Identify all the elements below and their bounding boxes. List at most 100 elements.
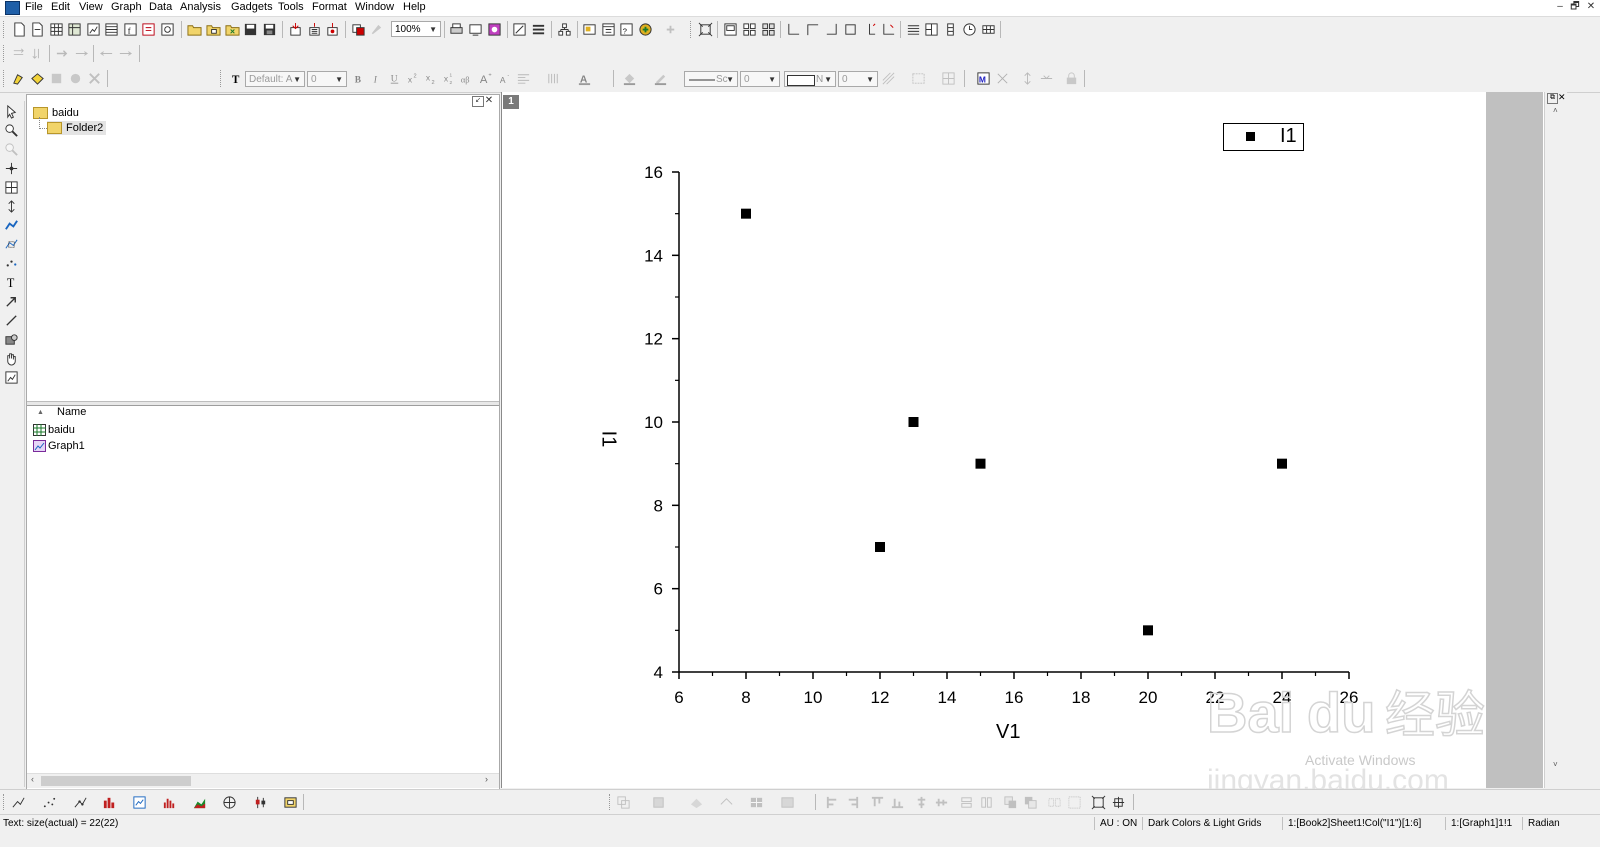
image-layout-icon[interactable] (779, 794, 796, 811)
open-excel-icon[interactable] (224, 21, 241, 38)
axes-box-icon[interactable] (842, 21, 859, 38)
collapse-icon[interactable] (1038, 70, 1055, 87)
add-app-icon[interactable] (662, 21, 679, 38)
fill-pattern-combo[interactable]: N ▼ (784, 71, 836, 87)
vertical-scrollbar[interactable]: ⧉ ✕ ˄ ˅ (1544, 92, 1567, 788)
app-icon[interactable] (5, 1, 20, 15)
fit-layer-icon[interactable] (1110, 794, 1127, 811)
template-library-icon[interactable] (282, 794, 299, 811)
scatter-plot-icon[interactable] (41, 794, 58, 811)
export-image-icon[interactable] (486, 21, 503, 38)
fill-value-combo[interactable]: 0 ▼ (838, 71, 878, 87)
layer-contents-icon[interactable] (905, 21, 922, 38)
set-column-x-icon[interactable] (54, 45, 71, 62)
font-combo[interactable]: Default: A ▼ (245, 71, 305, 87)
scroll-up-icon[interactable]: ˄ (1553, 106, 1558, 115)
merge-graphs-icon[interactable] (741, 21, 758, 38)
toolbar-grip[interactable] (609, 794, 613, 810)
close-graph-icon[interactable]: ✕ (1558, 92, 1566, 103)
data-reader-icon[interactable] (3, 179, 20, 196)
axes-bottom-left-icon[interactable] (785, 21, 802, 38)
polar-plot-icon[interactable] (221, 794, 238, 811)
ungroup-icon[interactable] (718, 794, 735, 811)
status-cell-ref[interactable]: 1:[Book2]Sheet1!Col("I1")[1:6] (1288, 815, 1421, 832)
scroll-right-icon[interactable]: › (485, 774, 488, 784)
fit-page-icon[interactable] (1090, 794, 1107, 811)
menu-analysis[interactable]: Analysis (180, 1, 221, 14)
open-template-icon[interactable] (205, 21, 222, 38)
highlight-pen-icon[interactable] (10, 70, 27, 87)
open-icon[interactable] (186, 21, 203, 38)
restore-graph-icon[interactable]: ⧉ (1547, 93, 1558, 104)
close-button[interactable]: ✕ (1583, 0, 1599, 14)
menu-graph[interactable]: Graph (111, 1, 142, 14)
menu-view[interactable]: View (79, 1, 103, 14)
font-icon[interactable]: T (228, 70, 245, 87)
new-layout-icon[interactable] (159, 21, 176, 38)
status-angle-unit[interactable]: Radian (1528, 815, 1560, 832)
messages-log-icon[interactable] (581, 21, 598, 38)
zoom-in-icon[interactable] (3, 122, 20, 139)
decrease-font-icon[interactable]: A- (496, 70, 513, 87)
close-explorer-icon[interactable]: ✕ (484, 96, 494, 106)
project-explorer-icon[interactable] (556, 21, 573, 38)
toolbar-grip[interactable] (3, 45, 7, 62)
border-icon[interactable] (910, 70, 927, 87)
menu-edit[interactable]: Edit (51, 1, 70, 14)
menu-tools[interactable]: Tools (278, 1, 304, 14)
layer-order-icon[interactable] (650, 794, 667, 811)
stock-plot-icon[interactable] (252, 794, 269, 811)
toolbar-grip[interactable] (3, 70, 7, 87)
x-axis-title[interactable]: V1 (996, 720, 1020, 744)
line-style-combo[interactable]: Sc ▼ (684, 71, 738, 87)
move-right-icon[interactable] (117, 45, 134, 62)
data-selector-icon[interactable] (3, 217, 20, 234)
increase-font-icon[interactable]: A + (477, 70, 494, 87)
fill-color-icon[interactable] (621, 70, 638, 87)
column-plot-icon[interactable] (101, 794, 118, 811)
app-center-icon[interactable] (637, 21, 654, 38)
hand-tool-icon[interactable] (3, 350, 20, 367)
font-size-combo[interactable]: 0 ▼ (307, 71, 347, 87)
status-graph-ref[interactable]: 1:[Graph1]1!1 (1451, 815, 1512, 832)
save-project-icon[interactable] (242, 21, 259, 38)
save-template-icon[interactable] (261, 21, 278, 38)
toolbar-grip[interactable] (690, 21, 694, 38)
shape-tool-icon[interactable] (3, 331, 20, 348)
underline-icon[interactable]: U (386, 70, 403, 87)
set-column-y-icon[interactable] (73, 45, 90, 62)
plot-setup-icon[interactable] (923, 21, 940, 38)
export-graph-icon[interactable] (467, 21, 484, 38)
annotation-icon[interactable] (3, 198, 20, 215)
rescale-icon[interactable] (697, 21, 714, 38)
draw-data-icon[interactable] (3, 255, 20, 272)
mask-points-icon[interactable]: M (975, 70, 992, 87)
pointer-icon[interactable] (3, 103, 20, 120)
send-back-icon[interactable] (1022, 794, 1039, 811)
scroll-left-icon[interactable]: ‹ (31, 774, 34, 784)
menu-format[interactable]: Format (312, 1, 347, 14)
new-notes-icon[interactable] (140, 21, 157, 38)
axes-origin-icon[interactable] (880, 21, 897, 38)
ungroup-objects-icon[interactable] (1066, 794, 1083, 811)
bring-front-icon[interactable] (1002, 794, 1019, 811)
arrange-layers-icon[interactable] (615, 794, 632, 811)
command-window-icon[interactable] (600, 21, 617, 38)
line-color-icon[interactable] (652, 70, 669, 87)
align-top-icon[interactable] (869, 794, 886, 811)
same-height-icon[interactable] (978, 794, 995, 811)
axes-cross-icon[interactable] (861, 21, 878, 38)
list-item[interactable]: baidu (33, 423, 75, 437)
superscript-icon[interactable]: x2 (404, 70, 421, 87)
pattern-icon[interactable] (880, 70, 897, 87)
multi-panel-icon[interactable] (131, 794, 148, 811)
sort-ascending-icon[interactable] (10, 45, 27, 62)
toolbar-grip[interactable] (3, 21, 7, 38)
sort-up-icon[interactable]: ▲ (37, 409, 44, 416)
line-width-combo[interactable]: 0 ▼ (740, 71, 780, 87)
region-data-selector-icon[interactable] (3, 236, 20, 253)
import-wizard-icon[interactable] (324, 21, 341, 38)
greek-icon[interactable]: αβ (458, 70, 475, 87)
new-matrix-icon[interactable] (103, 21, 120, 38)
table-icon[interactable] (980, 21, 997, 38)
